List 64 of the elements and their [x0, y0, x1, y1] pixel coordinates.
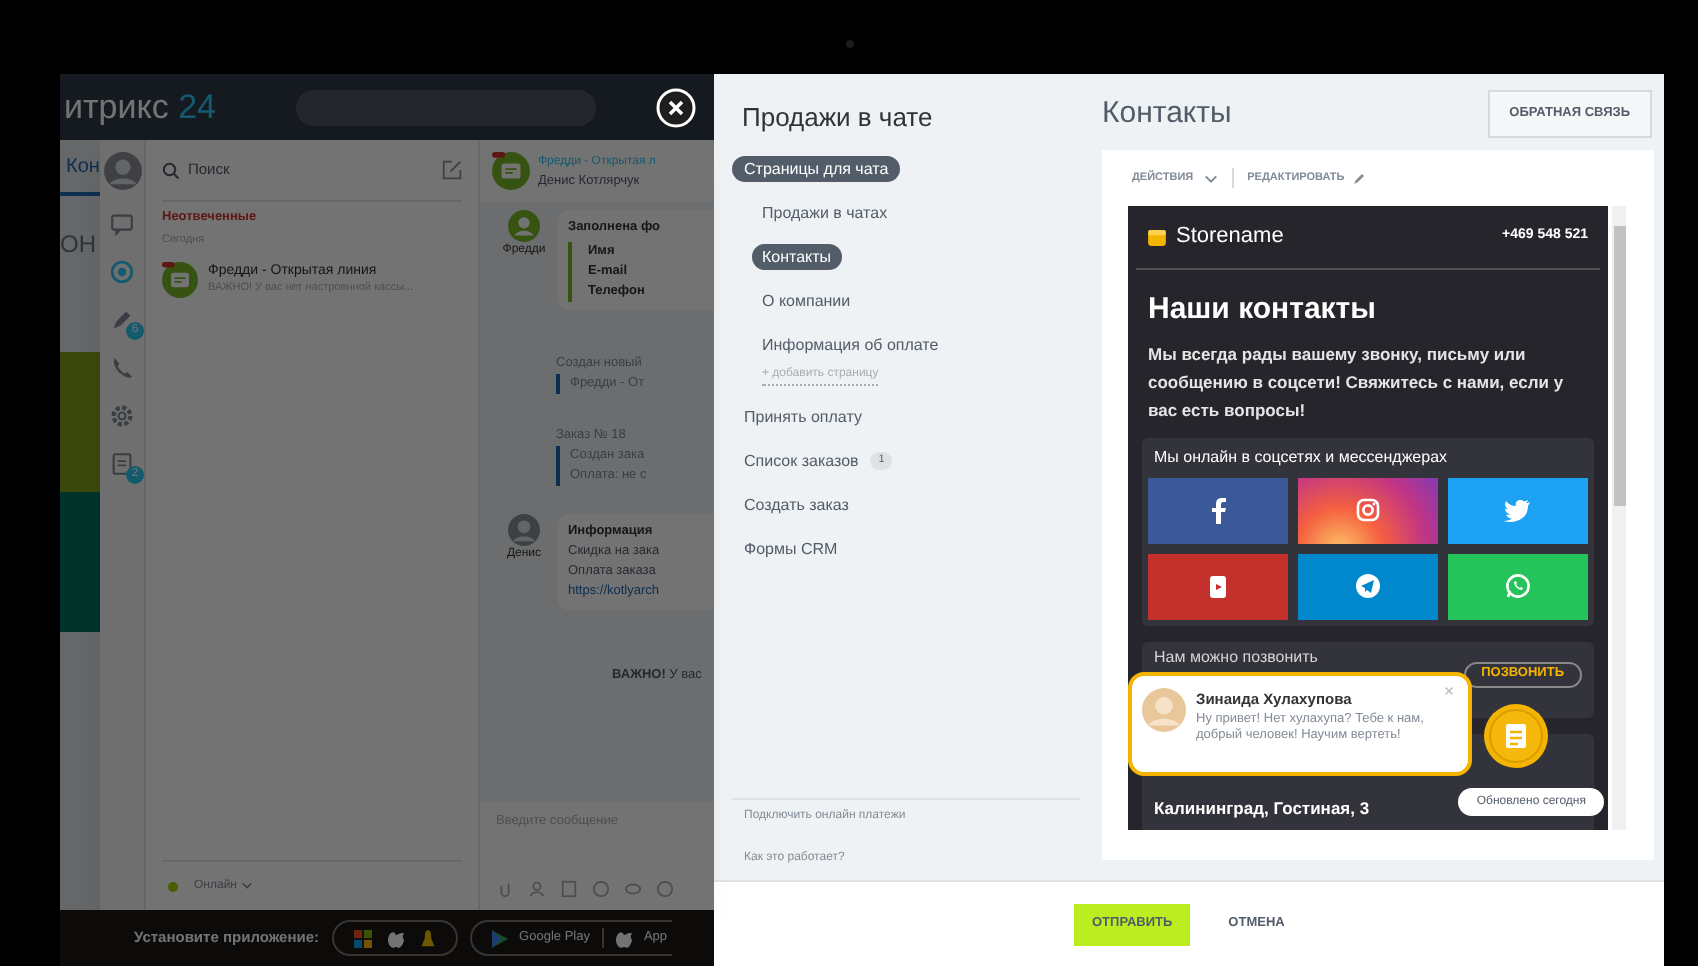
nav-group-label[interactable]: Страницы для чата	[732, 156, 901, 182]
call-title: Нам можно позвонить	[1154, 645, 1318, 665]
apple-icon	[615, 929, 632, 947]
video-icon	[1204, 572, 1232, 600]
store-name: Storename	[1176, 222, 1284, 253]
phone-icon[interactable]	[108, 354, 136, 382]
box-icon	[1148, 229, 1166, 245]
chat-button-icon[interactable]	[1484, 704, 1548, 768]
nav-item[interactable]: О компании	[752, 288, 861, 314]
logo: итрикс 24	[64, 85, 217, 130]
page-title: Контакты	[1102, 93, 1232, 134]
social-title: Мы онлайн в соцсетях и мессенджерах	[1152, 445, 1450, 470]
social-tile[interactable]	[1448, 553, 1588, 619]
person-icon[interactable]	[528, 880, 546, 898]
smile-icon[interactable]	[592, 880, 610, 898]
nav-link[interactable]: Список заказов	[744, 449, 859, 473]
document-icon[interactable]	[560, 880, 578, 898]
clock-icon[interactable]	[656, 880, 674, 898]
avatar	[1142, 688, 1186, 732]
banner-block	[60, 352, 100, 492]
user-avatar	[508, 514, 540, 546]
nav-link[interactable]: Формы CRM	[744, 537, 838, 561]
chat-icon[interactable]	[108, 210, 136, 238]
attach-icon[interactable]	[496, 880, 514, 898]
chat-icon	[492, 152, 530, 190]
contacts-heading: Наши контакты	[1146, 290, 1378, 330]
chevron-down-icon[interactable]	[1203, 173, 1218, 183]
chat-bubble-icon[interactable]	[108, 258, 136, 286]
pen-icon[interactable]	[108, 306, 136, 334]
social-tile[interactable]	[1148, 477, 1288, 543]
social-tile[interactable]	[1298, 553, 1438, 619]
user-icon	[508, 210, 540, 242]
desktop-apps-pill[interactable]	[331, 920, 458, 956]
social-tile[interactable]	[1148, 553, 1288, 619]
pencil-icon[interactable]	[1354, 172, 1367, 184]
settings-icon[interactable]	[108, 402, 136, 430]
nav-item[interactable]: Контакты	[752, 244, 842, 270]
search-icon	[162, 161, 180, 179]
apple-icon	[387, 929, 404, 947]
camera-icon	[1354, 496, 1382, 524]
scrollbar-thumb[interactable]	[1613, 226, 1625, 506]
chat-icon	[162, 262, 198, 298]
nav-item[interactable]: Информация об оплате	[752, 332, 949, 358]
scrollbar[interactable]	[1612, 206, 1626, 830]
user-avatar	[103, 152, 141, 190]
social-tile[interactable]	[1298, 477, 1438, 543]
tag-icon[interactable]	[624, 880, 642, 898]
nav-link[interactable]: Принять оплату	[744, 405, 862, 429]
notes-icon[interactable]	[108, 450, 136, 478]
panel-title: Продажи в чате	[740, 100, 935, 136]
windows-icon	[353, 929, 372, 947]
intro-text: Мы всегда рады вашему звонку, письму или сообщению в соцсети! Свяжитесь с нами, если у вас есть вопросы!	[1146, 341, 1566, 423]
edit-icon[interactable]	[442, 160, 462, 180]
play-icon	[491, 929, 508, 947]
bird-icon	[1504, 496, 1532, 524]
social-tile[interactable]	[1448, 477, 1588, 543]
paper-plane-icon	[1354, 572, 1382, 600]
address-text: Калининград, Гостиная, 3	[1154, 795, 1370, 821]
nav-item[interactable]: Продажи в чатах	[752, 200, 898, 226]
linux-icon	[419, 929, 436, 947]
banner-block	[60, 492, 100, 632]
nav-link[interactable]: Создать заказ	[744, 493, 849, 517]
phone-bubble-icon	[1504, 572, 1532, 600]
caret-icon[interactable]	[242, 882, 253, 890]
